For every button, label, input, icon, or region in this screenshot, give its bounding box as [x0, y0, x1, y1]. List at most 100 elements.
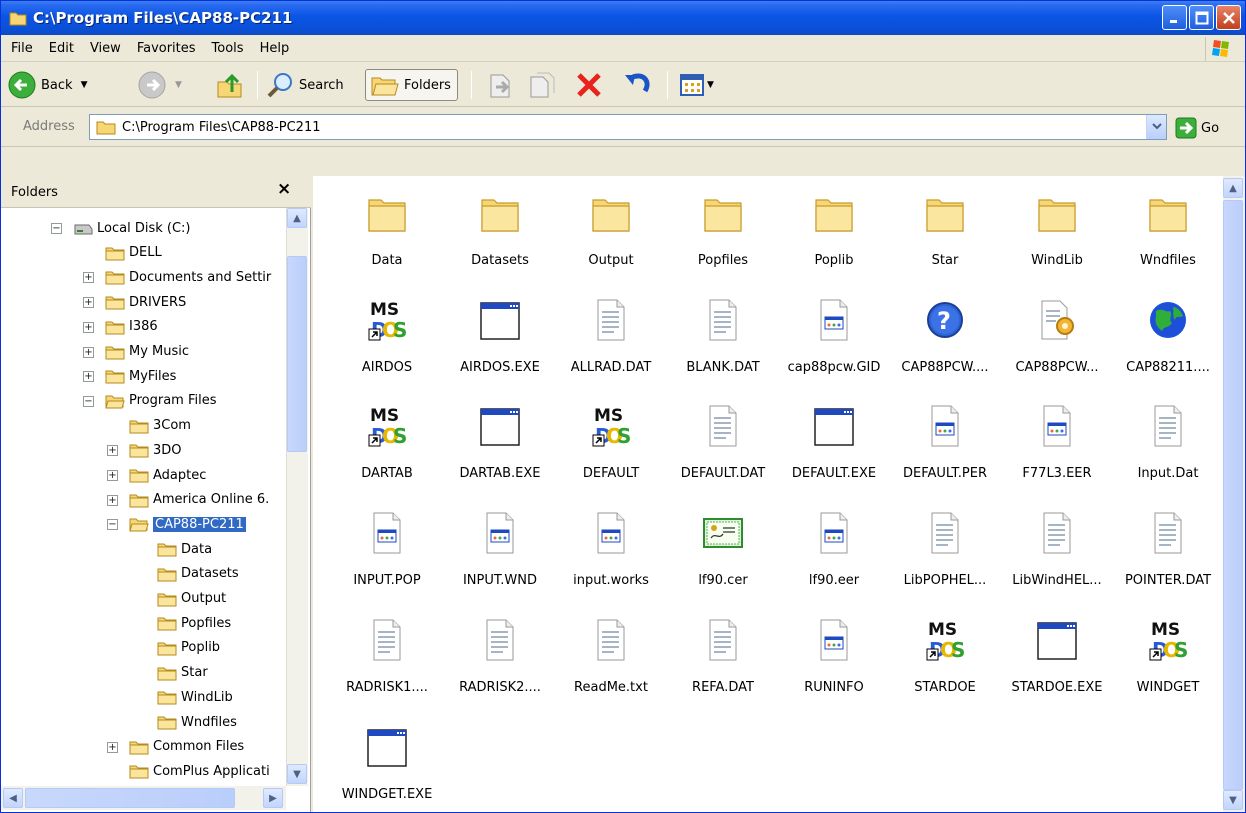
tree-item[interactable]: ComPlus Applicati	[129, 760, 270, 782]
back-button[interactable]: Back ▼	[7, 69, 87, 101]
expand-icon[interactable]: +	[107, 445, 118, 457]
maximize-button[interactable]	[1189, 5, 1214, 30]
text-file-icon	[703, 617, 743, 663]
file-name: INPUT.POP	[353, 573, 421, 588]
tree-item[interactable]: Datasets	[157, 563, 239, 585]
tree-item-label: Program Files	[129, 393, 217, 409]
tree-horizontal-scrollbar[interactable]: ◀ ▶	[1, 786, 286, 810]
tree-item[interactable]: 3Com	[129, 415, 191, 437]
msdos-shortcut-icon: MSDOS	[591, 403, 631, 449]
tree-item[interactable]: Popfiles	[157, 612, 231, 634]
collapse-icon[interactable]: −	[83, 395, 94, 407]
file-name: LibPOPHEL...	[903, 573, 987, 588]
expand-icon[interactable]: +	[107, 470, 118, 481]
forward-dropdown-icon[interactable]: ▼	[175, 80, 182, 90]
minimize-button[interactable]	[1162, 5, 1187, 30]
move-to-button[interactable]	[487, 69, 513, 101]
tree-item[interactable]: Program Files	[105, 390, 217, 412]
tree-item[interactable]: Wndfiles	[157, 711, 237, 733]
window-title: C:\Program Files\CAP88-PC211	[33, 9, 293, 27]
expand-icon[interactable]: +	[83, 346, 94, 358]
text-file-icon	[1148, 403, 1188, 449]
address-dropdown-button[interactable]	[1146, 115, 1166, 139]
file-name: AIRDOS.EXE	[460, 360, 540, 375]
copy-to-button[interactable]	[529, 69, 557, 101]
generic-file-icon	[814, 297, 854, 343]
forward-button[interactable]: ▼	[137, 69, 182, 101]
back-dropdown-icon[interactable]: ▼	[81, 80, 88, 90]
file-name: Poplib	[814, 253, 854, 268]
delete-x-icon	[577, 73, 601, 97]
tree-item[interactable]: Documents and Settir	[105, 266, 271, 288]
generic-file-icon	[814, 617, 854, 663]
go-arrow-icon	[1175, 117, 1197, 139]
file-name: Input.Dat	[1137, 466, 1199, 481]
search-button[interactable]: Search	[265, 69, 344, 101]
expand-icon[interactable]: +	[107, 741, 118, 753]
tree-item[interactable]: Output	[157, 588, 226, 610]
views-dropdown-icon[interactable]: ▼	[707, 80, 714, 90]
tree-item-label: 3Com	[153, 418, 191, 434]
tree-item[interactable]: WindLib	[157, 686, 233, 708]
close-button[interactable]	[1216, 5, 1241, 30]
file-name: Star	[931, 253, 959, 268]
minimize-icon	[1169, 19, 1177, 23]
expand-icon[interactable]: +	[107, 494, 118, 506]
menu-help[interactable]: Help	[252, 41, 298, 56]
chevron-down-icon	[1151, 123, 1162, 130]
copy-to-icon	[530, 72, 555, 98]
tree-item[interactable]: America Online 6.	[129, 489, 269, 511]
file-name: CAP88PCW....	[901, 360, 989, 375]
tree-item[interactable]: I386	[105, 316, 158, 338]
scroll-thumb[interactable]	[287, 256, 307, 452]
tree-item[interactable]: 3DO	[129, 439, 182, 461]
scroll-up-button[interactable]: ▲	[1223, 178, 1243, 198]
tree-item[interactable]: Star	[157, 662, 208, 684]
scroll-left-button[interactable]: ◀	[3, 788, 23, 808]
collapse-icon[interactable]: −	[51, 223, 62, 234]
scroll-down-button[interactable]: ▼	[287, 764, 307, 784]
close-pane-icon[interactable]: ×	[277, 179, 291, 199]
menu-tools[interactable]: Tools	[204, 41, 252, 56]
go-button[interactable]: Go	[1175, 117, 1219, 139]
folder-icon	[1148, 190, 1188, 236]
tree-item[interactable]: DELL	[105, 242, 162, 264]
scroll-thumb[interactable]	[1223, 200, 1243, 790]
scroll-up-button[interactable]: ▲	[287, 208, 307, 228]
expand-icon[interactable]: +	[83, 297, 94, 309]
file-name: F77L3.EER	[1022, 466, 1092, 481]
folders-button[interactable]: Folders	[365, 69, 458, 101]
expand-icon[interactable]: +	[83, 272, 94, 284]
menu-view[interactable]: View	[82, 41, 129, 56]
menu-file[interactable]: File	[3, 41, 41, 56]
scroll-down-button[interactable]: ▼	[1223, 790, 1243, 810]
title-bar[interactable]: C:\Program Files\CAP88-PC211	[1, 1, 1245, 35]
file-name: DEFAULT.PER	[903, 466, 987, 481]
menu-edit[interactable]: Edit	[41, 41, 82, 56]
tree-item-label: Documents and Settir	[129, 269, 272, 285]
tree-item[interactable]: Adaptec	[129, 464, 206, 486]
hscroll-thumb[interactable]	[25, 788, 235, 808]
up-folder-button[interactable]	[215, 69, 245, 101]
tree-item[interactable]: Poplib	[157, 637, 220, 659]
tree-item-label: MyFiles	[129, 368, 177, 384]
tree-item[interactable]: Local Disk (C:)	[73, 217, 190, 239]
undo-button[interactable]	[623, 69, 653, 101]
tree-item[interactable]: Data	[157, 538, 212, 560]
tree-item[interactable]: DRIVERS	[105, 291, 186, 313]
content-vertical-scrollbar[interactable]: ▲ ▼	[1223, 176, 1245, 812]
text-file-icon	[591, 617, 631, 663]
tree-item[interactable]: My Music	[105, 341, 189, 363]
expand-icon[interactable]: +	[83, 321, 94, 333]
collapse-icon[interactable]: −	[107, 519, 118, 531]
scroll-right-button[interactable]: ▶	[263, 788, 283, 808]
tree-vertical-scrollbar[interactable]: ▲ ▼	[286, 208, 308, 786]
delete-button[interactable]	[575, 69, 603, 101]
menu-favorites[interactable]: Favorites	[129, 41, 204, 56]
views-button[interactable]: ▼	[679, 69, 714, 101]
tree-item[interactable]: Common Files	[129, 736, 244, 758]
address-field[interactable]: C:\Program Files\CAP88-PC211	[89, 114, 1167, 140]
tree-item[interactable]: CAP88-PC211	[129, 513, 246, 535]
tree-item[interactable]: MyFiles	[105, 365, 176, 387]
expand-icon[interactable]: +	[83, 371, 94, 383]
